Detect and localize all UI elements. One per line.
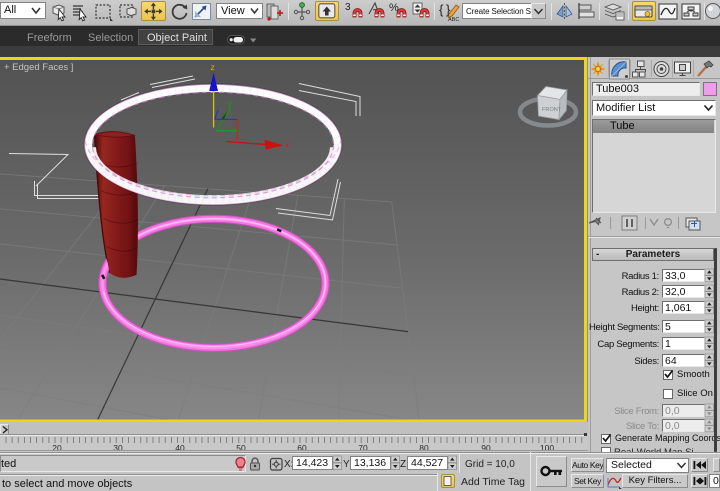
svg-text:+ Edged Faces ]: + Edged Faces ] xyxy=(4,62,73,73)
svg-text:z: z xyxy=(211,62,215,72)
svg-text:3: 3 xyxy=(345,2,351,13)
svg-text:ABC: ABC xyxy=(448,17,459,23)
svg-text:FRONT: FRONT xyxy=(542,107,562,113)
